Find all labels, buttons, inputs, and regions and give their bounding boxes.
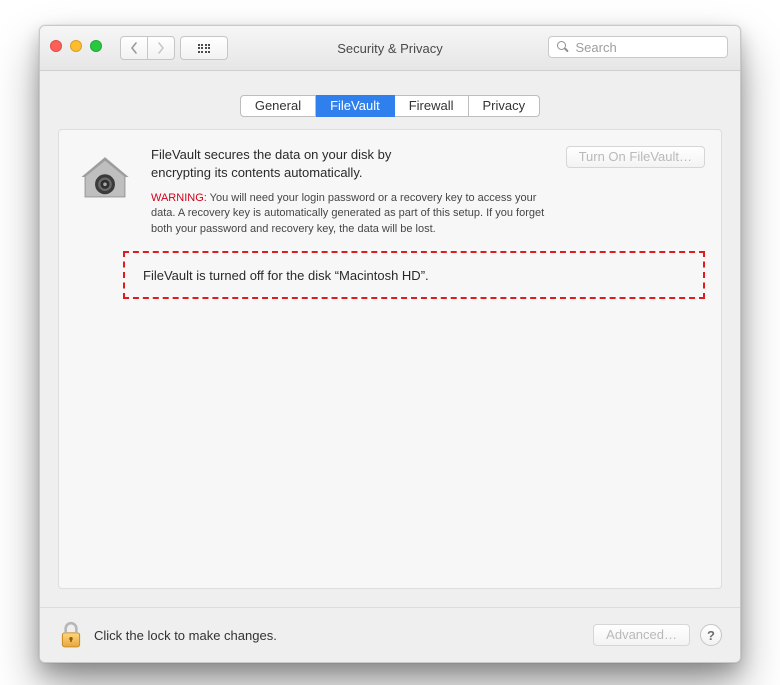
filevault-icon	[75, 146, 135, 237]
minimize-window-button[interactable]	[70, 40, 82, 52]
chevron-right-icon	[157, 42, 165, 54]
show-all-button[interactable]	[180, 36, 228, 60]
turn-on-filevault-button[interactable]: Turn On FileVault…	[566, 146, 705, 168]
panel-header-row: FileVault secures the data on your disk …	[59, 130, 721, 237]
filevault-panel: FileVault secures the data on your disk …	[58, 129, 722, 589]
forward-button[interactable]	[148, 36, 175, 60]
preferences-window: Security & Privacy General FileVault Fir…	[39, 25, 741, 663]
tab-general[interactable]: General	[240, 95, 316, 117]
grid-icon	[198, 44, 211, 53]
filevault-status: FileVault is turned off for the disk “Ma…	[123, 251, 705, 299]
warning-label: WARNING:	[151, 192, 207, 204]
tab-firewall[interactable]: Firewall	[395, 95, 469, 117]
chevron-left-icon	[130, 42, 138, 54]
close-window-button[interactable]	[50, 40, 62, 52]
footer: Click the lock to make changes. Advanced…	[40, 607, 740, 662]
pane-body: General FileVault Firewall Privacy	[40, 71, 740, 662]
back-button[interactable]	[120, 36, 148, 60]
tab-filevault[interactable]: FileVault	[316, 95, 395, 117]
advanced-button[interactable]: Advanced…	[593, 624, 690, 646]
help-button[interactable]: ?	[700, 624, 722, 646]
filevault-status-text: FileVault is turned off for the disk “Ma…	[143, 268, 429, 283]
filevault-description: FileVault secures the data on your disk …	[151, 146, 451, 181]
lock-icon[interactable]	[58, 620, 84, 650]
lock-hint-text: Click the lock to make changes.	[94, 628, 277, 643]
window-controls	[50, 40, 102, 52]
panel-text-column: FileVault secures the data on your disk …	[151, 146, 550, 237]
zoom-window-button[interactable]	[90, 40, 102, 52]
nav-back-forward	[120, 36, 175, 60]
warning-text: You will need your login password or a r…	[151, 192, 544, 235]
search-icon	[557, 41, 567, 53]
filevault-warning: WARNING: You will need your login passwo…	[151, 191, 550, 237]
tab-privacy[interactable]: Privacy	[469, 95, 541, 117]
search-input[interactable]	[573, 39, 719, 56]
titlebar: Security & Privacy	[40, 26, 740, 71]
search-field[interactable]	[548, 36, 728, 58]
tab-bar: General FileVault Firewall Privacy	[40, 95, 740, 117]
